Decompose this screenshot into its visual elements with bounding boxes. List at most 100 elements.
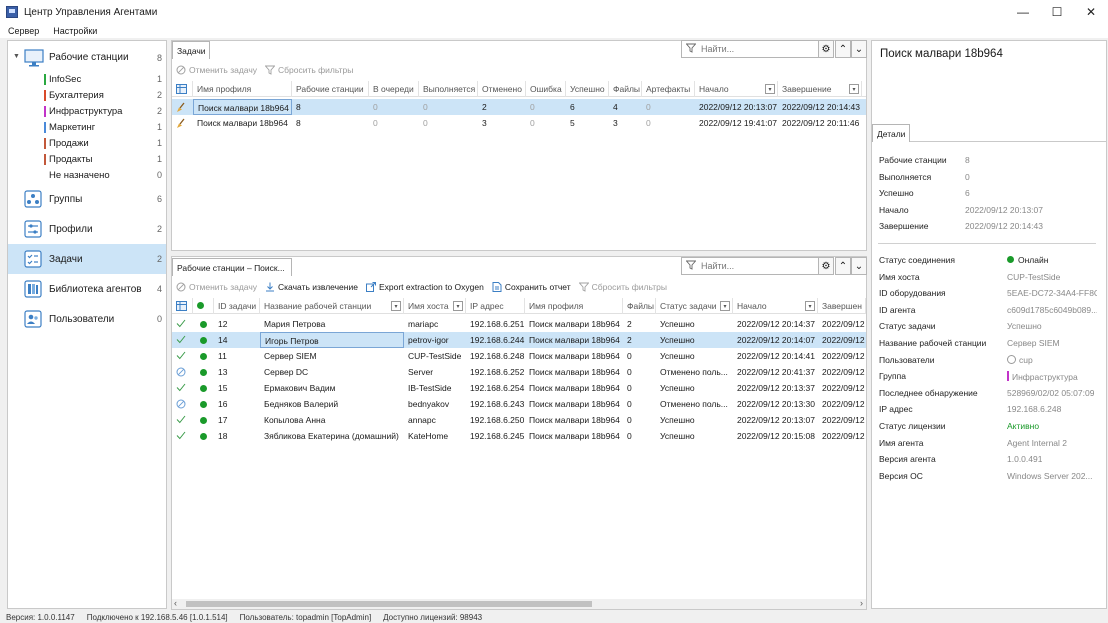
cancel-task-label: Отменить задачу [189, 65, 258, 75]
column-filter-icon[interactable]: ▾ [391, 301, 401, 311]
nav-tasks[interactable]: Задачи 2 [8, 244, 166, 274]
column-filter-icon[interactable]: ▾ [453, 301, 463, 311]
group-unassigned[interactable]: Не назначено 0 [8, 168, 166, 184]
groups-icon [24, 190, 42, 210]
col-online-status[interactable] [193, 298, 214, 314]
col-files[interactable]: Файлы [609, 81, 642, 97]
ws-row[interactable]: 13 Сервер DC Server 192.168.6.252 Поиск малв… [172, 364, 866, 380]
tab-details[interactable]: Детали [872, 124, 910, 142]
column-filter-icon[interactable]: ▾ [849, 84, 859, 94]
close-button[interactable]: ✕ [1074, 0, 1108, 24]
reset-filters-button[interactable]: Сбросить фильтры [265, 65, 353, 75]
col-ws-files[interactable]: Файлы [623, 298, 656, 314]
tasks-settings-button[interactable]: ⚙ [818, 40, 834, 58]
ws-search-input[interactable]: Найти... [681, 257, 819, 275]
nav-workstations-label: Рабочие станции [49, 52, 129, 63]
col-end[interactable]: Завершение ▾ [778, 81, 862, 97]
ws-row[interactable]: 12 Мария Петрова mariapc 192.168.6.251 Поиск… [172, 316, 866, 332]
export-oxygen-button[interactable]: Export extraction to Oxygen [365, 282, 484, 292]
group-count: 0 [156, 170, 162, 180]
col-queued[interactable]: В очереди [369, 81, 419, 97]
profiles-icon [24, 220, 42, 240]
group-infrastructure[interactable]: Инфраструктура 2 [8, 104, 166, 120]
col-ws-name[interactable]: Название рабочей станции ▾ [260, 298, 404, 314]
col-artifacts[interactable]: Артефакты [642, 81, 695, 97]
nav-workstations[interactable]: ▼ Рабочие станции 8 [8, 47, 166, 69]
scrollbar-thumb[interactable] [186, 601, 592, 607]
tasks-expand-button[interactable]: ⌄ [851, 40, 867, 58]
ws-row[interactable]: 15 Ермакович Вадим IB-TestSide 192.168.6.25… [172, 380, 866, 396]
minimize-button[interactable]: — [1006, 0, 1040, 24]
station-detail-label: ID оборудования [879, 288, 946, 299]
gear-icon: ⚙ [821, 260, 831, 272]
group-products[interactable]: Продакты 1 [8, 152, 166, 168]
col-profile-name[interactable]: Имя профиля [193, 81, 292, 97]
tasks-collapse-button[interactable]: ⌃ [835, 40, 851, 58]
col-task-status[interactable]: Статус задачи ▾ [656, 298, 733, 314]
tab-tasks[interactable]: Задачи [172, 41, 210, 59]
ws-cell: 2022/09/12 [822, 319, 865, 329]
col-cancelled[interactable]: Отменено [478, 81, 526, 97]
column-filter-icon[interactable]: ▾ [765, 84, 775, 94]
column-filter-icon[interactable]: ▾ [805, 301, 815, 311]
ws-cell: Отменено поль... [660, 367, 728, 377]
expand-triangle-icon[interactable]: ▼ [13, 53, 20, 60]
col-workstations[interactable]: Рабочие станции [292, 81, 369, 97]
scroll-right-icon[interactable]: › [860, 598, 863, 608]
ws-row[interactable]: 14 Игорь Петров petrov-igor 192.168.6.244 По… [172, 332, 866, 348]
tasks-search-input[interactable]: Найти... [681, 40, 819, 58]
col-ip[interactable]: IP адрес [466, 298, 525, 314]
ws-cell: Сервер DC [264, 367, 309, 377]
station-detail-label: Версия ОС [879, 470, 923, 481]
group-sales[interactable]: Продажи 1 [8, 136, 166, 152]
tab-workstations[interactable]: Рабочие станции – Поиск... [172, 258, 292, 276]
col-hostname[interactable]: Имя хоста ▾ [404, 298, 466, 314]
ws-row[interactable]: 17 Копылова Анна annapc 192.168.6.250 Поиск … [172, 412, 866, 428]
col-task-id[interactable]: ID задачи [214, 298, 260, 314]
task-row[interactable]: Поиск малвари 18b964 8 0 0 3 0 5 3 0 2022/09/12 1… [172, 115, 866, 131]
download-extraction-button[interactable]: Скачать извлечение [265, 282, 358, 292]
ws-row[interactable]: 11 Сервер SIEM CUP-TestSide 192.168.6.248 По… [172, 348, 866, 364]
ws-cancel-task-button[interactable]: Отменить задачу [176, 282, 257, 292]
ws-row[interactable]: 18 Зябликова Екатерина (домашний) KateHome… [172, 428, 866, 444]
col-ws-end[interactable]: Завершен [818, 298, 866, 314]
station-detail-label: Имя агента [879, 437, 924, 448]
ws-expand-button[interactable]: ⌄ [851, 257, 867, 275]
ws-cell: Сервер SIEM [264, 351, 317, 361]
menu-server[interactable]: Сервер [8, 26, 39, 36]
task-row[interactable]: Поиск малвари 18b964 8 0 0 2 0 6 4 0 2022/09/12 2… [172, 99, 866, 115]
scroll-left-icon[interactable]: ‹ [174, 598, 177, 608]
check-icon [172, 348, 193, 364]
cancel-task-button[interactable]: Отменить задачу [176, 65, 257, 75]
group-accounting[interactable]: Бухгалтерия 2 [8, 88, 166, 104]
group-marketing[interactable]: Маркетинг 1 [8, 120, 166, 136]
status-bar: Версия: 1.0.0.1147 Подключено к 192.168.… [0, 612, 1108, 623]
ws-reset-filters-button[interactable]: Сбросить фильтры [578, 282, 667, 292]
col-ws-start[interactable]: Начало ▾ [733, 298, 818, 314]
nav-agent-library[interactable]: Библиотека агентов 4 [8, 274, 166, 304]
col-running[interactable]: Выполняется [419, 81, 478, 97]
col-success[interactable]: Успешно [566, 81, 609, 97]
grid-select-icon[interactable] [172, 81, 193, 97]
nav-users[interactable]: Пользователи 0 [8, 304, 166, 334]
ws-row[interactable]: 16 Бедняков Валерий bednyakov 192.168.6.243… [172, 396, 866, 412]
ws-horizontal-scrollbar[interactable]: ‹ › [172, 598, 866, 609]
ws-settings-button[interactable]: ⚙ [818, 257, 834, 275]
grid-select-icon[interactable] [172, 298, 193, 314]
tasks-search-placeholder: Найти... [701, 44, 735, 54]
maximize-button[interactable]: ☐ [1040, 0, 1074, 24]
ws-collapse-button[interactable]: ⌃ [835, 257, 851, 275]
col-start[interactable]: Начало ▾ [695, 81, 778, 97]
col-profile[interactable]: Имя профиля [525, 298, 623, 314]
save-report-button[interactable]: Сохранить отчет [492, 282, 571, 292]
ws-cell: 0 [627, 383, 632, 393]
col-error[interactable]: Ошибка [526, 81, 566, 97]
group-infosec[interactable]: InfoSec 1 [8, 72, 166, 88]
ws-cell: Копылова Анна [264, 415, 326, 425]
col-ws-name-label: Название рабочей станции [264, 301, 372, 311]
column-filter-icon[interactable]: ▾ [720, 301, 730, 311]
menu-settings[interactable]: Настройки [53, 26, 97, 36]
nav-profiles[interactable]: Профили 2 [8, 214, 166, 244]
station-detail-label: Пользователи [879, 354, 935, 365]
nav-groups[interactable]: Группы 6 [8, 184, 166, 214]
